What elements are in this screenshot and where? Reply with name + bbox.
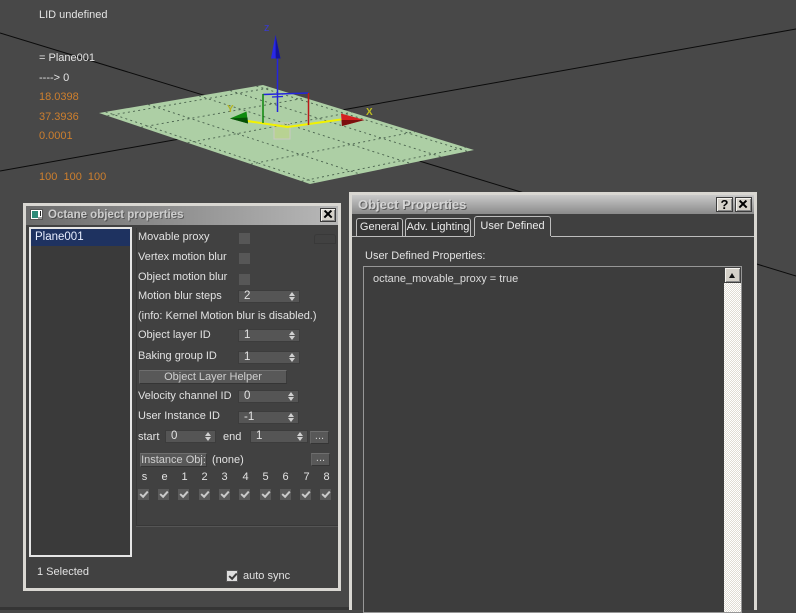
svg-text:X: X [366, 107, 373, 118]
svg-text:z: z [264, 22, 270, 34]
svg-text:Y: Y [227, 104, 234, 115]
